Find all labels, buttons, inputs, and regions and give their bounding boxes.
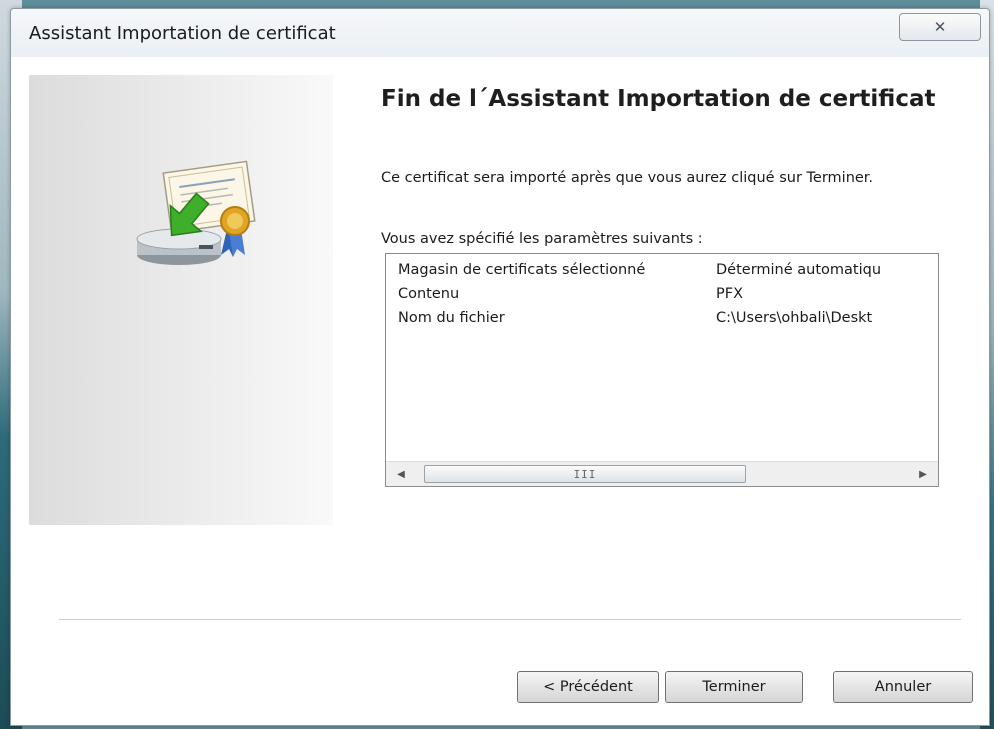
settings-list: Magasin de certificats sélectionné Déter…: [386, 254, 938, 460]
title-bar[interactable]: Assistant Importation de certificat ✕: [11, 9, 989, 57]
scroll-right-arrow-icon[interactable]: ▶: [912, 462, 934, 486]
scrollbar-grip: III: [573, 467, 597, 481]
setting-value: PFX: [716, 286, 744, 302]
close-icon: ✕: [933, 18, 947, 36]
footer-separator: [59, 619, 961, 621]
previous-button[interactable]: < Précédent: [517, 671, 659, 703]
scroll-left-arrow-icon[interactable]: ◀: [390, 462, 412, 486]
setting-value: Déterminé automatiqu: [716, 262, 882, 278]
setting-name: Magasin de certificats sélectionné: [398, 262, 646, 278]
window-title: Assistant Importation de certificat: [29, 23, 336, 44]
wizard-heading: Fin de l´Assistant Importation de certif…: [381, 86, 936, 112]
setting-name: Nom du fichier: [398, 310, 505, 326]
scrollbar-thumb[interactable]: III: [424, 465, 746, 483]
params-label: Vous avez spécifié les paramètres suivan…: [381, 231, 703, 247]
cancel-button[interactable]: Annuler: [833, 671, 973, 703]
setting-value: C:\Users\ohbali\Deskt: [716, 310, 873, 326]
wizard-window: Assistant Importation de certificat ✕ Fi…: [10, 8, 990, 726]
horizontal-scrollbar[interactable]: ◀ III ▶: [386, 461, 938, 486]
wizard-side-panel: [29, 75, 333, 525]
wizard-description: Ce certificat sera importé après que vou…: [381, 170, 874, 186]
finish-button[interactable]: Terminer: [665, 671, 803, 703]
settings-listbox[interactable]: Magasin de certificats sélectionné Déter…: [385, 253, 939, 487]
close-button[interactable]: ✕: [899, 13, 981, 41]
settings-row[interactable]: Contenu PFX: [386, 282, 938, 306]
settings-row[interactable]: Magasin de certificats sélectionné Déter…: [386, 258, 938, 282]
settings-row[interactable]: Nom du fichier C:\Users\ohbali\Deskt: [386, 306, 938, 330]
wizard-body: Fin de l´Assistant Importation de certif…: [19, 57, 981, 717]
certificate-import-icon: [136, 160, 256, 265]
setting-name: Contenu: [398, 286, 460, 302]
